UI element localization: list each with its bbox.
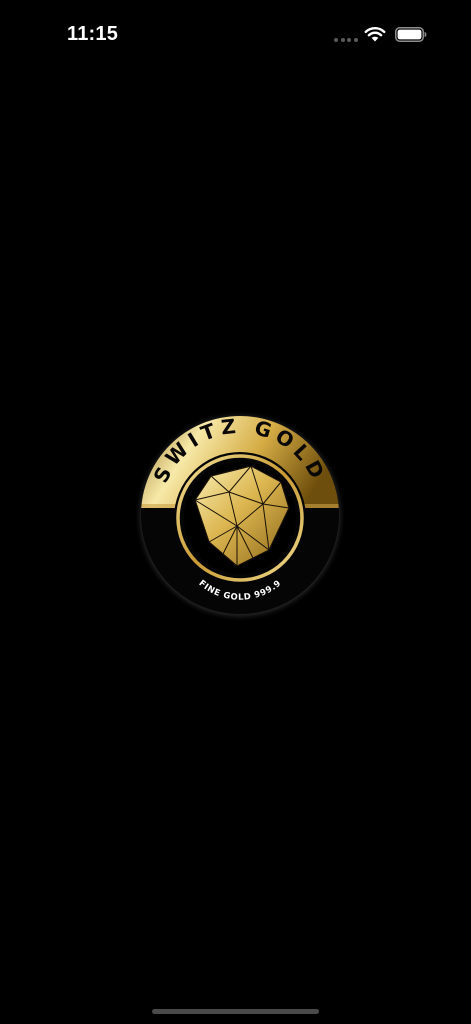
wifi-icon — [364, 27, 386, 42]
status-bar: 11:15 — [0, 0, 471, 60]
switz-gold-logo: SWITZ GOLD FINE GOLD 999.9 — [133, 408, 347, 622]
gold-diamond-emblem-icon: SWITZ GOLD FINE GOLD 999.9 — [134, 410, 346, 622]
status-time: 11:15 — [67, 23, 119, 45]
home-indicator[interactable] — [152, 1009, 319, 1014]
battery-icon — [395, 27, 427, 42]
cellular-dots-icon — [334, 38, 358, 43]
